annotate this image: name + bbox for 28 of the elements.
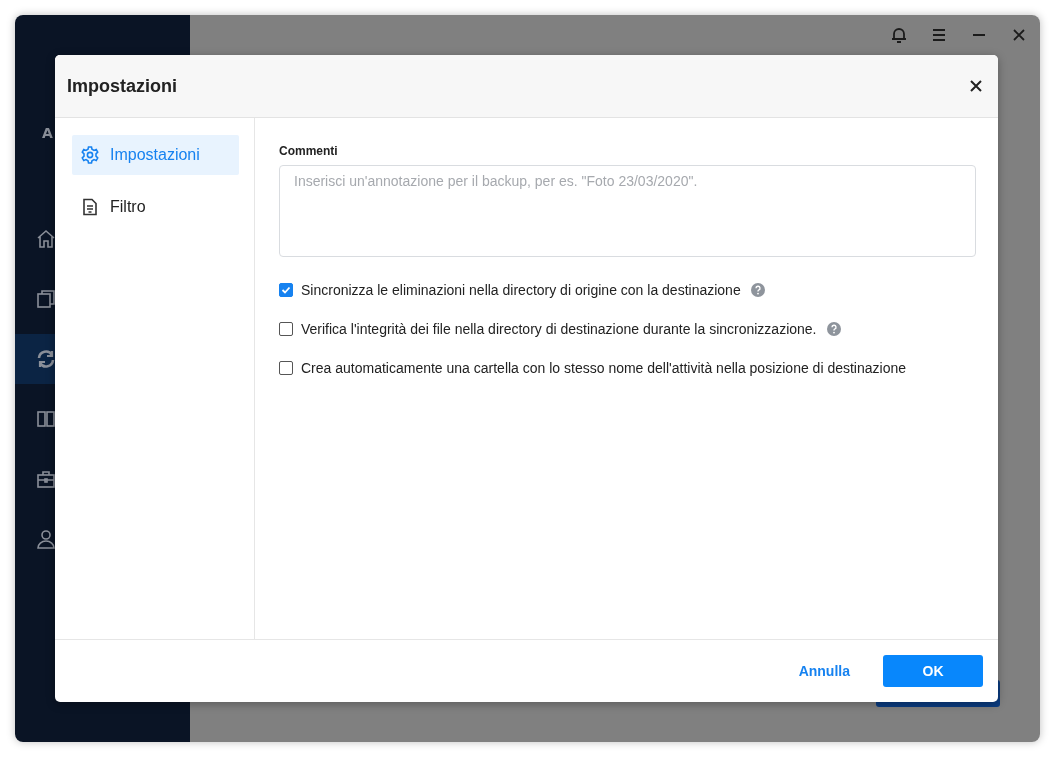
- document-icon: [80, 197, 100, 217]
- help-icon[interactable]: [750, 282, 765, 297]
- checkbox[interactable]: [279, 282, 293, 297]
- comments-label: Commenti: [279, 144, 339, 158]
- gear-icon: [80, 145, 100, 165]
- logo-text: A: [42, 125, 54, 141]
- sync-icon: [35, 348, 57, 370]
- option-label: Verifica l'integrità dei file nella directory di destinazione durante la sincronizzazione.: [301, 320, 817, 337]
- nav-item[interactable]: Impostazioni: [72, 135, 239, 175]
- cancel-button[interactable]: Annulla: [798, 657, 850, 685]
- nav-item[interactable]: Filtro: [72, 187, 239, 227]
- close-icon[interactable]: [969, 79, 983, 93]
- dialog-title: Impostazioni: [67, 75, 177, 97]
- option-label: Crea automaticamente una cartella con lo stesso nome dell'attività nella posizione di destinazione: [301, 359, 907, 376]
- columns-icon: [35, 408, 57, 430]
- help-icon[interactable]: [826, 321, 841, 336]
- check-icon: [281, 284, 291, 295]
- user-icon: [35, 528, 57, 550]
- copy-icon: [35, 288, 57, 310]
- menu-icon[interactable]: [930, 26, 948, 44]
- toolbox-icon: [35, 468, 57, 490]
- checkbox[interactable]: [279, 360, 293, 375]
- comments-field[interactable]: Inserisci un'annotazione per il backup, per es. "Foto 23/03/2020".: [279, 165, 976, 257]
- bell-icon[interactable]: [890, 26, 908, 44]
- checkbox[interactable]: [279, 321, 293, 336]
- home-icon: [35, 228, 57, 250]
- option-label: Sincronizza le eliminazioni nella directory di origine con la destinazione: [301, 281, 741, 298]
- ok-button[interactable]: OK: [883, 655, 983, 687]
